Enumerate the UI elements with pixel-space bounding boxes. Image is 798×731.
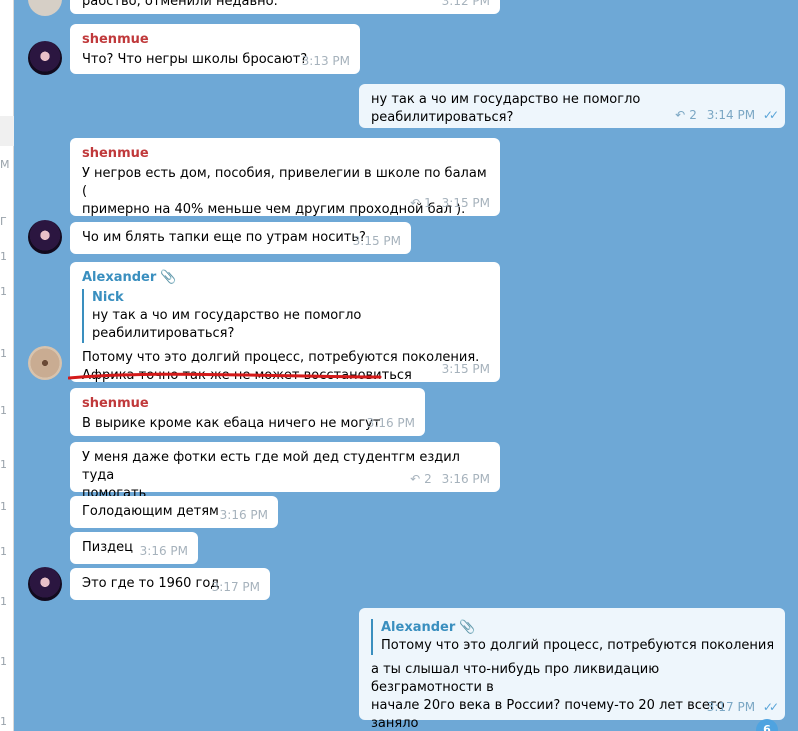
avatar-shenmue[interactable] (28, 41, 62, 75)
message-text: В вырике кроме как ебаца ничего не могут (82, 416, 381, 431)
message-author[interactable]: shenmue (82, 31, 348, 49)
message-bubble[interactable]: Чо им блять тапки еще по утрам носить? 3… (70, 222, 411, 254)
red-underline-annotation (68, 372, 382, 380)
paperclip-icon: 📎 (459, 620, 476, 635)
message-time: 3:16 PM (219, 508, 268, 522)
list-glyph: 1 (0, 250, 7, 263)
reply-quote[interactable]: Alexander 📎 Потому что это долгий процесс… (371, 619, 773, 655)
message-bubble-outgoing[interactable]: Alexander 📎 Потому что это долгий процесс… (359, 608, 785, 731)
message-bubble[interactable]: У меня даже фотки есть где мой дед студе… (70, 442, 500, 501)
list-glyph: Г (0, 215, 7, 228)
message-time: 3:12 PM (441, 0, 490, 8)
message-bubble-outgoing[interactable]: ну так а чо им государство не помогло ре… (359, 84, 785, 128)
reply-count: 2 (424, 472, 432, 486)
list-glyph: 1 (0, 285, 7, 298)
message-time: 3:15 PM (441, 362, 490, 376)
message-bubble[interactable]: Голодающим детям 3:16 PM (70, 496, 278, 528)
paperclip-icon: 📎 (160, 270, 177, 285)
message-bubble[interactable]: shenmue В вырике кроме как ебаца ничего … (70, 388, 425, 436)
list-glyph: 1 (0, 347, 7, 360)
message-text: Чо им блять тапки еще по утрам носить? (82, 230, 366, 245)
double-check-icon: ✓✓ (762, 700, 779, 714)
message-time: 3:13 PM (301, 54, 350, 68)
author-name: Alexander (82, 270, 157, 285)
quote-text: ну так а чо им государство не помогло ре… (92, 308, 362, 341)
message-text: а ты слышал что-нибудь про ликвидацию бе… (371, 662, 725, 731)
message-bubble[interactable]: рабство, отменили недавно. 3:12 PM (70, 0, 500, 14)
message-bubble[interactable]: Это где то 1960 год 3:17 PM (70, 568, 270, 600)
quote-author: Alexander 📎 (381, 620, 476, 635)
avatar-alexander[interactable] (28, 346, 62, 380)
list-glyph: М (0, 158, 10, 171)
reply-icon: ↶ (675, 108, 686, 122)
reply-icon: ↶ (410, 472, 421, 486)
message-time: 3:16 PM (366, 416, 415, 430)
double-check-icon: ✓✓ (762, 108, 779, 122)
message-time: 3:17 PM (706, 700, 756, 714)
quote-author: Nick (92, 290, 124, 305)
avatar-shenmue[interactable] (28, 220, 62, 254)
list-glyph: 1 (0, 715, 7, 728)
message-bubble[interactable]: shenmue Что? Что негры школы бросают? 3:… (70, 24, 360, 74)
chat-list-panel: М Г 1 1 1 1 1 1 1 1 1 1 (0, 0, 14, 731)
list-glyph: 1 (0, 500, 7, 513)
message-author[interactable]: shenmue (82, 145, 488, 163)
message-text: рабство, отменили недавно. (82, 0, 278, 9)
reply-count: 2 (689, 108, 697, 122)
avatar-shenmue[interactable] (28, 567, 62, 601)
selected-chat-highlight (0, 116, 14, 146)
message-time: 3:15 PM (441, 196, 490, 210)
list-glyph: 1 (0, 545, 7, 558)
quote-text: Потому что это долгий процесс, потребуют… (381, 638, 773, 653)
list-glyph: 1 (0, 458, 7, 471)
list-glyph: 1 (0, 655, 7, 668)
message-meta: ↶ 2 3:16 PM (410, 470, 490, 488)
message-time: 3:14 PM (706, 108, 756, 122)
message-time: 3:16 PM (441, 472, 490, 486)
message-time: 3:16 PM (139, 544, 188, 558)
message-author[interactable]: shenmue (82, 395, 413, 413)
message-time: 3:15 PM (352, 234, 401, 248)
message-meta: ↶ 1 3:15 PM (410, 194, 490, 212)
reply-count: 1 (424, 196, 432, 210)
message-bubble[interactable]: shenmue У негров есть дом, пособия, прив… (70, 138, 500, 217)
reply-quote[interactable]: Nick ну так а чо им государство не помог… (82, 289, 488, 343)
list-glyph: 1 (0, 595, 7, 608)
message-bubble[interactable]: Alexander 📎 Nick ну так а чо им государст… (70, 262, 500, 383)
message-meta: ↶ 2 3:14 PM ✓✓ (675, 106, 779, 124)
reply-icon: ↶ (410, 196, 421, 210)
message-meta: 3:17 PM ✓✓ (706, 698, 779, 716)
message-time: 3:17 PM (211, 580, 260, 594)
message-author[interactable]: Alexander 📎 (82, 269, 488, 287)
message-bubble[interactable]: Пиздец 3:16 PM (70, 532, 198, 564)
list-glyph: 1 (0, 404, 7, 417)
